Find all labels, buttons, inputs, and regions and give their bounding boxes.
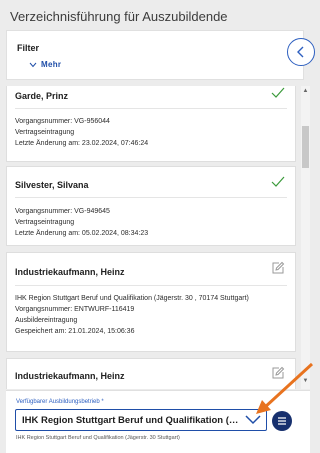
card-name: Industriekaufmann, Heinz [15, 371, 125, 381]
card-name: Garde, Prinz [15, 91, 69, 101]
list-scrollbar[interactable]: ▲ ▼ [301, 86, 310, 389]
card-line: Vertragseintragung [15, 219, 75, 226]
company-select-helper: IHK Region Stuttgart Beruf und Qualifika… [16, 435, 180, 441]
collapse-panel-button[interactable] [287, 38, 315, 66]
filter-panel: Filter Mehr [6, 30, 304, 80]
company-select[interactable]: IHK Region Stuttgart Beruf und Qualifika… [15, 409, 267, 431]
list-item[interactable]: Garde, Prinz Vorgangsnummer: VG-956044 V… [6, 86, 296, 162]
card-line: Letzte Änderung am: 05.02.2024, 08:34:23 [15, 230, 149, 237]
chevron-left-icon [297, 46, 304, 58]
page-title: Verzeichnisführung für Auszubildende [10, 9, 228, 24]
scroll-down-icon[interactable]: ▼ [302, 378, 309, 385]
edit-icon [272, 261, 285, 274]
card-line: Gespeichert am: 21.01.2024, 15:06:36 [15, 328, 135, 335]
card-line: Letzte Änderung am: 23.02.2024, 07:46:24 [15, 140, 149, 147]
chevron-down-icon [29, 62, 37, 67]
card-line: Vorgangsnummer: ENTWURF-116419 [15, 306, 135, 313]
menu-button[interactable] [272, 411, 292, 431]
card-divider [15, 285, 287, 286]
card-name: Industriekaufmann, Heinz [15, 267, 125, 277]
company-select-value: IHK Region Stuttgart Beruf und Qualifika… [22, 415, 240, 426]
card-line: Vorgangsnummer: VG-956044 [15, 118, 110, 125]
chevron-down-icon [245, 415, 261, 425]
company-select-panel: Verfügbarer Ausbildungsbetrieb * IHK Reg… [6, 390, 310, 453]
check-icon [271, 87, 285, 98]
list-item[interactable]: Silvester, Silvana Vorgangsnummer: VG-94… [6, 166, 296, 246]
more-filters-link[interactable]: Mehr [29, 60, 61, 69]
filter-label: Filter [17, 43, 40, 53]
card-line: Vorgangsnummer: VG-949645 [15, 208, 110, 215]
more-filters-label: Mehr [41, 60, 62, 69]
card-name: Silvester, Silvana [15, 180, 89, 190]
edit-icon [272, 366, 285, 379]
card-line: Vertragseintragung [15, 129, 75, 136]
record-list: Garde, Prinz Vorgangsnummer: VG-956044 V… [6, 86, 310, 389]
card-line: Ausbildereintragung [15, 317, 78, 324]
list-item[interactable]: Industriekaufmann, Heinz IHK Region Stut… [6, 252, 296, 352]
card-divider [15, 197, 287, 198]
card-divider [15, 108, 287, 109]
menu-icon [278, 417, 286, 425]
card-line: IHK Region Stuttgart Beruf und Qualifika… [15, 295, 249, 302]
list-item[interactable]: Industriekaufmann, Heinz [6, 358, 296, 389]
scroll-thumb[interactable] [302, 126, 309, 168]
scroll-up-icon[interactable]: ▲ [302, 88, 309, 95]
company-select-label: Verfügbarer Ausbildungsbetrieb * [16, 399, 104, 405]
check-icon [271, 176, 285, 187]
